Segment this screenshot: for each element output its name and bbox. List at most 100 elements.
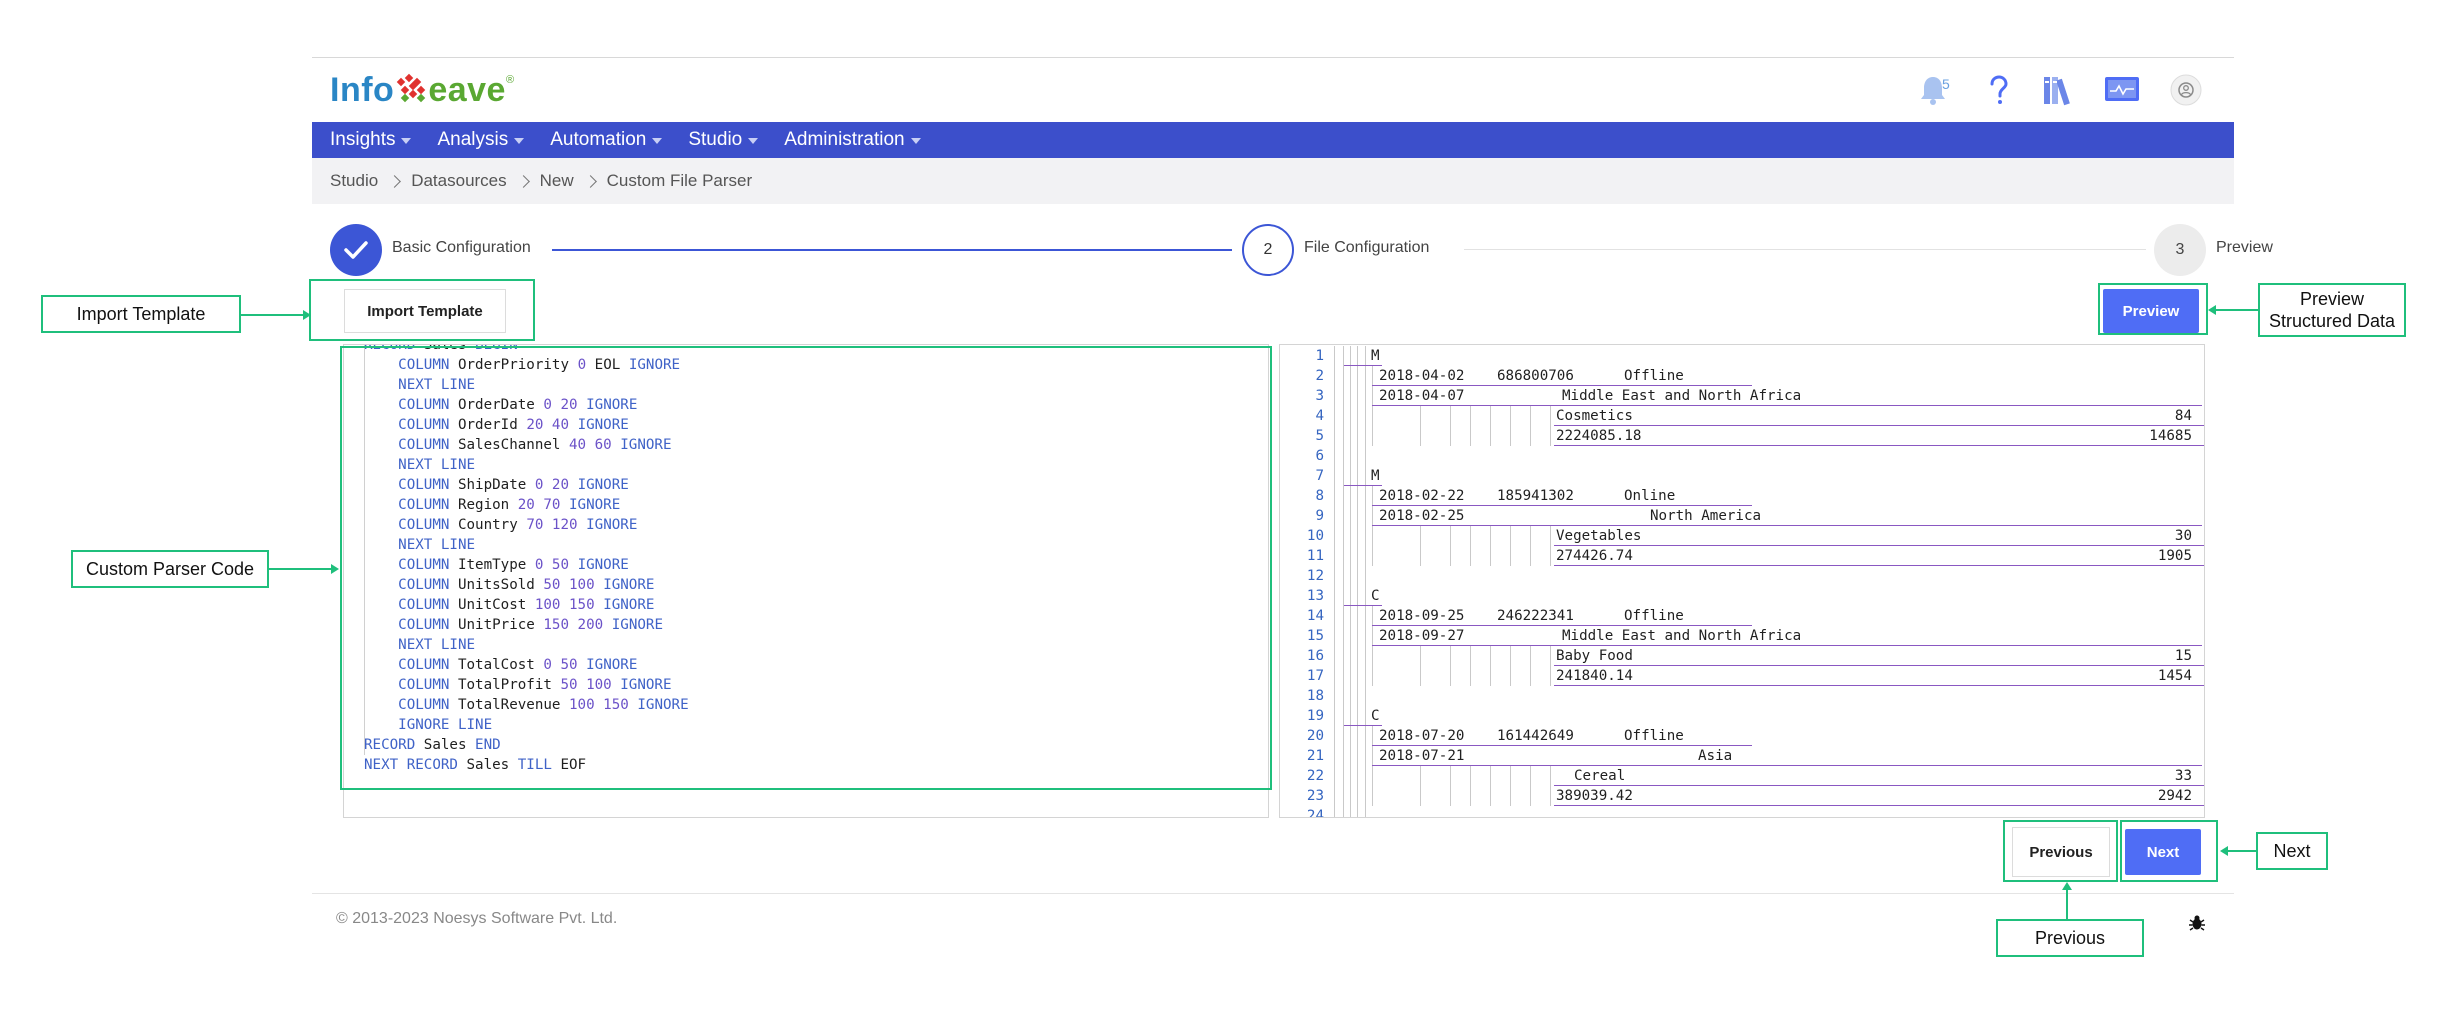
step-number: 2 xyxy=(1263,241,1273,258)
column-guide xyxy=(1350,506,1351,526)
column-guide xyxy=(1510,786,1511,806)
nav-item-studio[interactable]: Studio xyxy=(688,129,759,151)
breadcrumb-datasources[interactable]: Datasources xyxy=(411,171,506,191)
bug-report-icon[interactable] xyxy=(2188,914,2206,932)
preview-cell: 686800706 xyxy=(1497,368,1574,384)
column-guide xyxy=(1343,706,1344,726)
column-guide xyxy=(1334,486,1335,506)
preview-row: 20 2018-07-20 161442649 Offline xyxy=(1280,726,2204,746)
nav-item-administration[interactable]: Administration xyxy=(784,129,921,151)
column-guide xyxy=(1365,506,1366,526)
column-guide xyxy=(1365,746,1366,766)
column-guide xyxy=(1365,566,1366,586)
column-guide xyxy=(1357,446,1358,466)
column-guide xyxy=(1350,486,1351,506)
column-guide xyxy=(1350,626,1351,646)
preview-row: 24 xyxy=(1280,806,2204,817)
column-guide xyxy=(1357,546,1358,566)
column-guide xyxy=(1450,666,1451,686)
column-guide xyxy=(1350,526,1351,546)
preview-cell: 2018-02-22 xyxy=(1379,488,1465,504)
preview-row: 13 C xyxy=(1280,586,2204,606)
column-guide xyxy=(1343,366,1344,386)
column-guide xyxy=(1343,746,1344,766)
column-guide xyxy=(1450,786,1451,806)
column-guide xyxy=(1334,566,1335,586)
column-guide xyxy=(1490,426,1491,446)
step-file-configuration[interactable]: 2 xyxy=(1242,224,1294,276)
column-guide xyxy=(1372,406,1373,426)
annotation-box-parser-code xyxy=(340,346,1272,790)
column-guide xyxy=(1530,646,1531,666)
preview-row: 1M xyxy=(1280,346,2204,366)
column-guide xyxy=(1334,506,1335,526)
preview-row: 18 xyxy=(1280,686,2204,706)
structured-preview-pane[interactable]: 1 M 2 2018-04-02 686800706 Offline 3 2018-04-07… xyxy=(1279,344,2205,818)
logo-text-right: eave xyxy=(428,70,506,109)
breadcrumb-studio[interactable]: Studio xyxy=(330,171,378,191)
preview-cell: 2018-02-25 xyxy=(1379,508,1465,524)
preview-cell: North America xyxy=(1650,508,1762,524)
column-guide xyxy=(1357,406,1358,426)
column-guide xyxy=(1343,626,1344,646)
column-guide xyxy=(1334,446,1335,466)
column-guide xyxy=(1365,486,1366,506)
column-guide xyxy=(1357,346,1358,366)
preview-row: 5 2224085.18 14685 xyxy=(1280,426,2204,446)
caret-down-icon xyxy=(514,138,525,144)
column-guide xyxy=(1350,766,1351,786)
nav-label: Studio xyxy=(688,129,743,150)
breadcrumb-current: Custom File Parser xyxy=(606,171,753,190)
column-guide xyxy=(1530,406,1531,426)
column-guide xyxy=(1334,726,1335,746)
step-preview[interactable]: 3 xyxy=(2154,224,2206,276)
column-guide xyxy=(1350,806,1351,817)
line-number: 7 xyxy=(1315,468,1324,484)
preview-row: 15 2018-09-27 Middle East and North Africa xyxy=(1280,626,2204,646)
help-button[interactable] xyxy=(1984,70,2014,110)
column-guide xyxy=(1365,766,1366,786)
nav-item-insights[interactable]: Insights xyxy=(330,129,412,151)
column-guide xyxy=(1420,406,1421,426)
column-guide xyxy=(1350,406,1351,426)
column-guide xyxy=(1357,386,1358,406)
step-label-preview: Preview xyxy=(2216,239,2273,256)
column-guide xyxy=(1357,606,1358,626)
preview-cell: Middle East and North Africa xyxy=(1562,388,1802,404)
preview-cell: 2018-09-25 xyxy=(1379,608,1465,624)
column-guide xyxy=(1470,766,1471,786)
nav-label: Administration xyxy=(784,129,905,150)
preview-row: 6 xyxy=(1280,446,2204,466)
nav-item-automation[interactable]: Automation xyxy=(550,129,663,151)
monitor-button[interactable] xyxy=(2104,70,2140,110)
line-number: 22 xyxy=(1306,768,1324,784)
column-guide xyxy=(1490,526,1491,546)
nav-item-analysis[interactable]: Analysis xyxy=(437,129,525,151)
column-guide xyxy=(1343,486,1344,506)
column-guide xyxy=(1343,406,1344,426)
column-guide xyxy=(1357,746,1358,766)
books-icon xyxy=(2044,77,2070,106)
notifications-button[interactable]: 5 xyxy=(1910,70,1956,110)
line-number: 1 xyxy=(1315,348,1324,364)
column-guide xyxy=(1372,666,1373,686)
step-basic-configuration[interactable] xyxy=(330,224,382,276)
column-guide xyxy=(1365,446,1366,466)
preview-cell: Middle East and North Africa xyxy=(1562,628,1802,644)
column-guide xyxy=(1334,466,1335,486)
library-button[interactable] xyxy=(2042,70,2076,110)
breadcrumb-new[interactable]: New xyxy=(540,171,574,191)
user-profile-button[interactable] xyxy=(2168,70,2204,110)
column-guide xyxy=(1470,666,1471,686)
column-guide xyxy=(1530,426,1531,446)
annotation-connector xyxy=(2066,889,2068,919)
infoveave-logo[interactable]: Info eave ® xyxy=(330,68,515,112)
column-guide xyxy=(1357,686,1358,706)
monitor-icon xyxy=(2105,77,2139,101)
column-guide xyxy=(1450,646,1451,666)
preview-cell: 246222341 xyxy=(1497,608,1574,624)
preview-row: 3 2018-04-07 Middle East and North Africa xyxy=(1280,386,2204,406)
column-guide xyxy=(1343,506,1344,526)
column-guide xyxy=(1343,666,1344,686)
preview-cell: Offline xyxy=(1624,368,1684,384)
